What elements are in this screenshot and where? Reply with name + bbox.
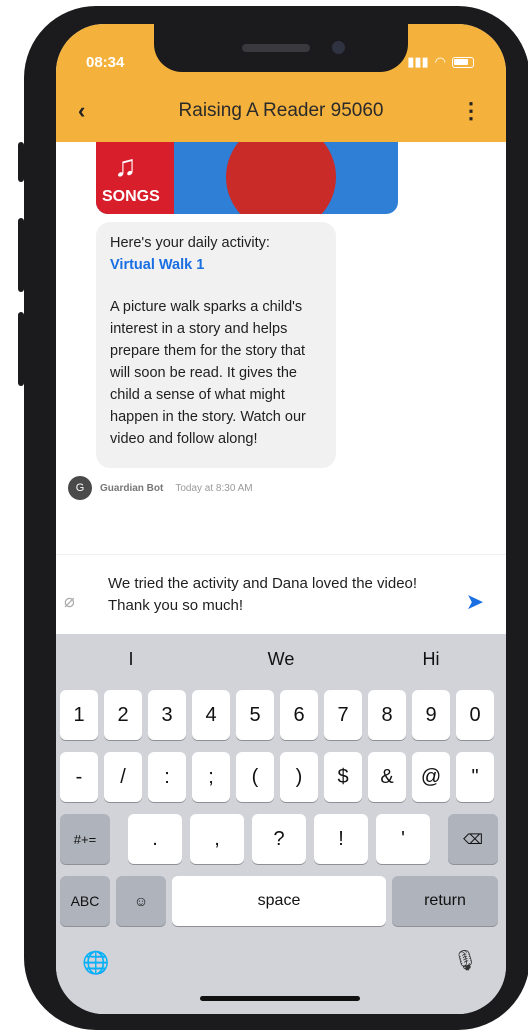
key[interactable]: & <box>368 752 406 802</box>
key[interactable]: : <box>148 752 186 802</box>
key[interactable]: 5 <box>236 690 274 740</box>
side-button <box>18 142 24 182</box>
key[interactable]: 4 <box>192 690 230 740</box>
send-icon: ➤ <box>465 589 484 614</box>
key[interactable]: @ <box>412 752 450 802</box>
suggestion-item[interactable]: We <box>206 634 356 684</box>
key[interactable]: - <box>60 752 98 802</box>
more-options-button[interactable]: ⋮ <box>460 98 482 124</box>
key[interactable]: ; <box>192 752 230 802</box>
microphone-icon: 🎙 <box>452 950 478 972</box>
key[interactable]: ) <box>280 752 318 802</box>
message-bubble: Here's your daily activity: Virtual Walk… <box>96 222 336 468</box>
key[interactable]: 7 <box>324 690 362 740</box>
sender-name: Guardian Bot <box>100 482 164 494</box>
status-time: 08:34 <box>86 54 125 71</box>
side-button <box>18 312 24 386</box>
key[interactable]: 9 <box>412 690 450 740</box>
signal-icon: ▮▮▮ <box>407 54 429 69</box>
suggestion-item[interactable]: Hi <box>356 634 506 684</box>
key[interactable]: 6 <box>280 690 318 740</box>
key-row-symbols: - / : ; ( ) $ & @ " <box>56 752 506 802</box>
globe-button[interactable]: 🌐 <box>82 950 109 976</box>
key[interactable]: 0 <box>456 690 494 740</box>
key[interactable]: , <box>190 814 244 864</box>
page-title: Raising A Reader 95060 <box>178 100 384 121</box>
activity-link[interactable]: Virtual Walk 1 <box>110 254 322 276</box>
message-timestamp: Today at 8:30 AM <box>175 482 253 494</box>
emoji-icon: ☺ <box>133 893 149 909</box>
emoji-key[interactable]: ☺ <box>116 876 166 926</box>
delete-key[interactable]: ⌫ <box>448 814 498 864</box>
key[interactable]: ! <box>314 814 368 864</box>
key[interactable]: $ <box>324 752 362 802</box>
globe-icon: 🌐 <box>82 950 110 975</box>
notch <box>154 24 408 72</box>
message-body: A picture walk sparks a child's interest… <box>110 299 306 447</box>
key[interactable]: 1 <box>60 690 98 740</box>
key[interactable]: 2 <box>104 690 142 740</box>
key[interactable]: / <box>104 752 142 802</box>
key[interactable]: . <box>128 814 182 864</box>
send-button[interactable]: ➤ <box>466 589 484 615</box>
key-row-punctuation: #+= . , ? ! ' ⌫ <box>56 814 506 864</box>
dictation-button[interactable]: 🎙 <box>453 948 478 973</box>
keyboard: I We Hi 1 2 3 4 5 6 7 8 9 0 - / : ; ( ) … <box>56 634 506 1014</box>
message-meta: G Guardian Bot Today at 8:30 AM <box>68 476 253 500</box>
backspace-icon: ⌫ <box>463 830 483 847</box>
character-image <box>226 142 336 214</box>
key[interactable]: ( <box>236 752 274 802</box>
music-note-icon: ♫ <box>114 150 137 183</box>
camera <box>332 41 345 54</box>
key[interactable]: " <box>456 752 494 802</box>
space-key[interactable]: space <box>172 876 386 926</box>
paperclip-icon: ⌀ <box>64 591 75 611</box>
video-thumbnail[interactable]: ♫ SONGS <box>96 142 398 214</box>
side-button <box>18 218 24 292</box>
attach-button[interactable]: ⌀ <box>64 591 75 612</box>
message-intro: Here's your daily activity: <box>110 235 270 251</box>
suggestion-item[interactable]: I <box>56 634 206 684</box>
return-key[interactable]: return <box>392 876 498 926</box>
avatar: G <box>68 476 92 500</box>
message-composer: ⌀ We tried the activity and Dana loved t… <box>56 554 506 634</box>
home-indicator[interactable] <box>200 996 360 1001</box>
suggestion-bar: I We Hi <box>56 634 506 684</box>
abc-key[interactable]: ABC <box>60 876 110 926</box>
wifi-icon: ◠ <box>434 54 446 69</box>
key[interactable]: ? <box>252 814 306 864</box>
key[interactable]: 8 <box>368 690 406 740</box>
key[interactable]: 3 <box>148 690 186 740</box>
key-row-bottom: ABC ☺ space return <box>56 876 506 926</box>
speaker <box>242 44 310 52</box>
screen: 08:34 ▮▮▮ ◠ ‹ Raising A Reader 95060 ⋮ ♫… <box>56 24 506 1014</box>
battery-icon <box>452 56 474 68</box>
more-vertical-icon: ⋮ <box>460 98 482 123</box>
key[interactable]: ' <box>376 814 430 864</box>
more-symbols-key[interactable]: #+= <box>60 814 110 864</box>
songs-label: SONGS <box>102 188 160 205</box>
status-icons: ▮▮▮ ◠ <box>407 54 474 70</box>
message-input[interactable]: We tried the activity and Dana loved the… <box>108 573 438 617</box>
key-row-numbers: 1 2 3 4 5 6 7 8 9 0 <box>56 690 506 740</box>
